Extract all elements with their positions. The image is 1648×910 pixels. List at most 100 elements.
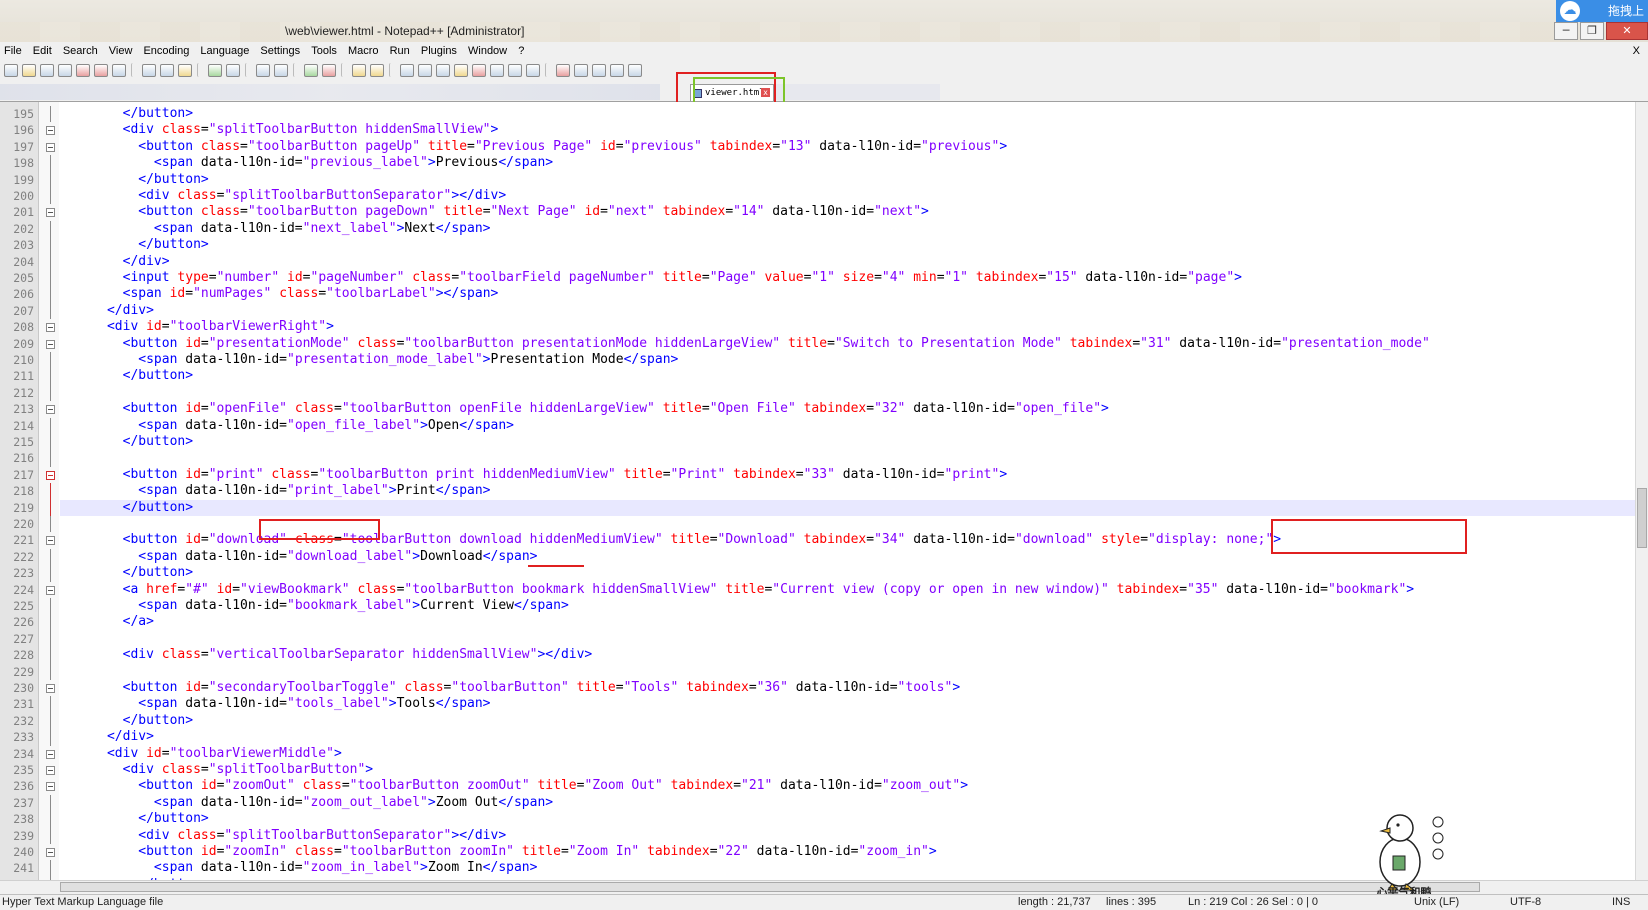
cloud-upload-widget[interactable]: ☁ 拖拽上 [1556,0,1648,22]
code-line[interactable]: <span data-l10n-id="presentation_mode_la… [60,352,1635,368]
close-window-button[interactable]: ✕ [1606,22,1648,40]
code-line[interactable]: </div> [60,303,1635,319]
code-line[interactable]: <a href="#" id="viewBookmark" class="too… [60,582,1635,598]
code-line[interactable]: <span data-l10n-id="next_label">Next</sp… [60,221,1635,237]
code-line[interactable]: <div class="verticalToolbarSeparator hid… [60,647,1635,663]
menu-edit[interactable]: Edit [29,42,56,60]
fold-toggle-icon[interactable] [46,126,55,136]
close-file-icon[interactable] [76,63,90,77]
monitoring-icon[interactable] [526,63,540,77]
menu-tools[interactable]: Tools [307,42,341,60]
fold-toggle-icon[interactable] [46,848,55,857]
save-macro-icon[interactable] [628,63,642,77]
code-line[interactable]: <span id="numPages" class="toolbarLabel"… [60,286,1635,302]
run-macro-multiple-icon[interactable] [610,63,624,77]
menu-view[interactable]: View [105,42,137,60]
code-line[interactable] [60,450,1635,466]
save-icon[interactable] [40,63,54,77]
open-file-icon[interactable] [22,63,36,77]
vertical-scroll-thumb[interactable] [1637,488,1647,548]
code-line[interactable]: <input type="number" id="pageNumber" cla… [60,270,1635,286]
code-line[interactable]: <button id="presentationMode" class="too… [60,336,1635,352]
fold-toggle-icon[interactable] [46,470,55,480]
sync-horizontal-icon[interactable] [370,63,384,77]
stop-macro-icon[interactable] [574,63,588,77]
menu-language[interactable]: Language [196,42,253,60]
undo-icon[interactable] [208,63,222,77]
fold-toggle-icon[interactable] [46,339,55,349]
replace-icon[interactable] [274,63,288,77]
fold-toggle-icon[interactable] [46,536,55,546]
code-line[interactable]: <span data-l10n-id="print_label">Print</… [60,483,1635,499]
code-line[interactable]: </button> [60,713,1635,729]
find-icon[interactable] [256,63,270,77]
code-line[interactable]: </div> [60,254,1635,270]
code-line[interactable]: </button> [60,172,1635,188]
code-line[interactable]: </button> [60,106,1635,122]
close-all-icon[interactable] [94,63,108,77]
minimize-button[interactable]: ─ [1554,22,1578,40]
copy-icon[interactable] [160,63,174,77]
code-line[interactable]: </button> [60,237,1635,253]
code-line[interactable]: </button> [60,434,1635,450]
record-macro-icon[interactable] [556,63,570,77]
code-line[interactable]: <button id="openFile" class="toolbarButt… [60,401,1635,417]
menu-plugins[interactable]: Plugins [417,42,461,60]
doc-map-icon[interactable] [472,63,486,77]
play-macro-icon[interactable] [592,63,606,77]
word-wrap-icon[interactable] [400,63,414,77]
menu-help[interactable]: ? [514,42,528,60]
code-line[interactable]: </button> [60,565,1635,581]
folder-workspace-icon[interactable] [508,63,522,77]
fold-toggle-icon[interactable] [46,585,55,595]
fold-toggle-icon[interactable] [46,208,55,218]
fold-toggle-icon[interactable] [46,684,55,693]
save-all-icon[interactable] [58,63,72,77]
code-line[interactable]: </div> [60,729,1635,745]
code-line[interactable] [60,631,1635,647]
code-line[interactable]: <div class="splitToolbarButtonSeparator"… [60,188,1635,204]
code-line[interactable]: <span data-l10n-id="tools_label">Tools</… [60,696,1635,712]
horizontal-scroll-thumb[interactable] [60,882,1480,892]
code-line[interactable]: <span data-l10n-id="open_file_label">Ope… [60,418,1635,434]
fold-toggle-icon[interactable] [46,323,55,333]
code-line[interactable]: <div class="splitToolbarButton"> [60,762,1635,778]
zoom-in-icon[interactable] [304,63,318,77]
code-line[interactable]: </button> [60,368,1635,384]
paste-icon[interactable] [178,63,192,77]
code-line[interactable]: <button id="secondaryToolbarToggle" clas… [60,680,1635,696]
redo-icon[interactable] [226,63,240,77]
zoom-out-icon[interactable] [322,63,336,77]
function-list-icon[interactable] [490,63,504,77]
show-all-chars-icon[interactable] [418,63,432,77]
code-line[interactable]: </a> [60,614,1635,630]
code-line[interactable]: <button class="toolbarButton pageDown" t… [60,204,1635,220]
code-line[interactable]: <button id="print" class="toolbarButton … [60,467,1635,483]
sync-vertical-icon[interactable] [352,63,366,77]
code-line[interactable] [60,664,1635,680]
menu-run[interactable]: Run [386,42,414,60]
code-line[interactable]: </button> [60,499,1635,516]
code-line[interactable]: <div class="splitToolbarButton hiddenSma… [60,122,1635,138]
menu-search[interactable]: Search [59,42,102,60]
cut-icon[interactable] [142,63,156,77]
new-file-icon[interactable] [4,63,18,77]
code-line[interactable]: <button class="toolbarButton pageUp" tit… [60,139,1635,155]
fold-toggle-icon[interactable] [46,766,55,775]
fold-toggle-icon[interactable] [46,749,55,759]
menu-macro[interactable]: Macro [344,42,383,60]
code-line[interactable]: <span data-l10n-id="previous_label">Prev… [60,155,1635,171]
code-area[interactable]: </button> <div class="splitToolbarButton… [60,102,1635,880]
menu-settings[interactable]: Settings [256,42,304,60]
indent-guide-icon[interactable] [436,63,450,77]
fold-toggle-icon[interactable] [46,142,55,152]
fold-toggle-icon[interactable] [46,405,55,415]
fold-margin[interactable] [39,102,59,880]
code-line[interactable]: <span data-l10n-id="bookmark_label">Curr… [60,598,1635,614]
code-line[interactable]: <div id="toolbarViewerMiddle"> [60,746,1635,762]
menu-file[interactable]: File [0,42,26,60]
editor[interactable]: 195 196 197 198 199 200 201 202 203 204 205 206 207 2… [0,102,1648,894]
print-icon[interactable] [112,63,126,77]
user-language-icon[interactable] [454,63,468,77]
code-line[interactable]: <div id="toolbarViewerRight"> [60,319,1635,335]
